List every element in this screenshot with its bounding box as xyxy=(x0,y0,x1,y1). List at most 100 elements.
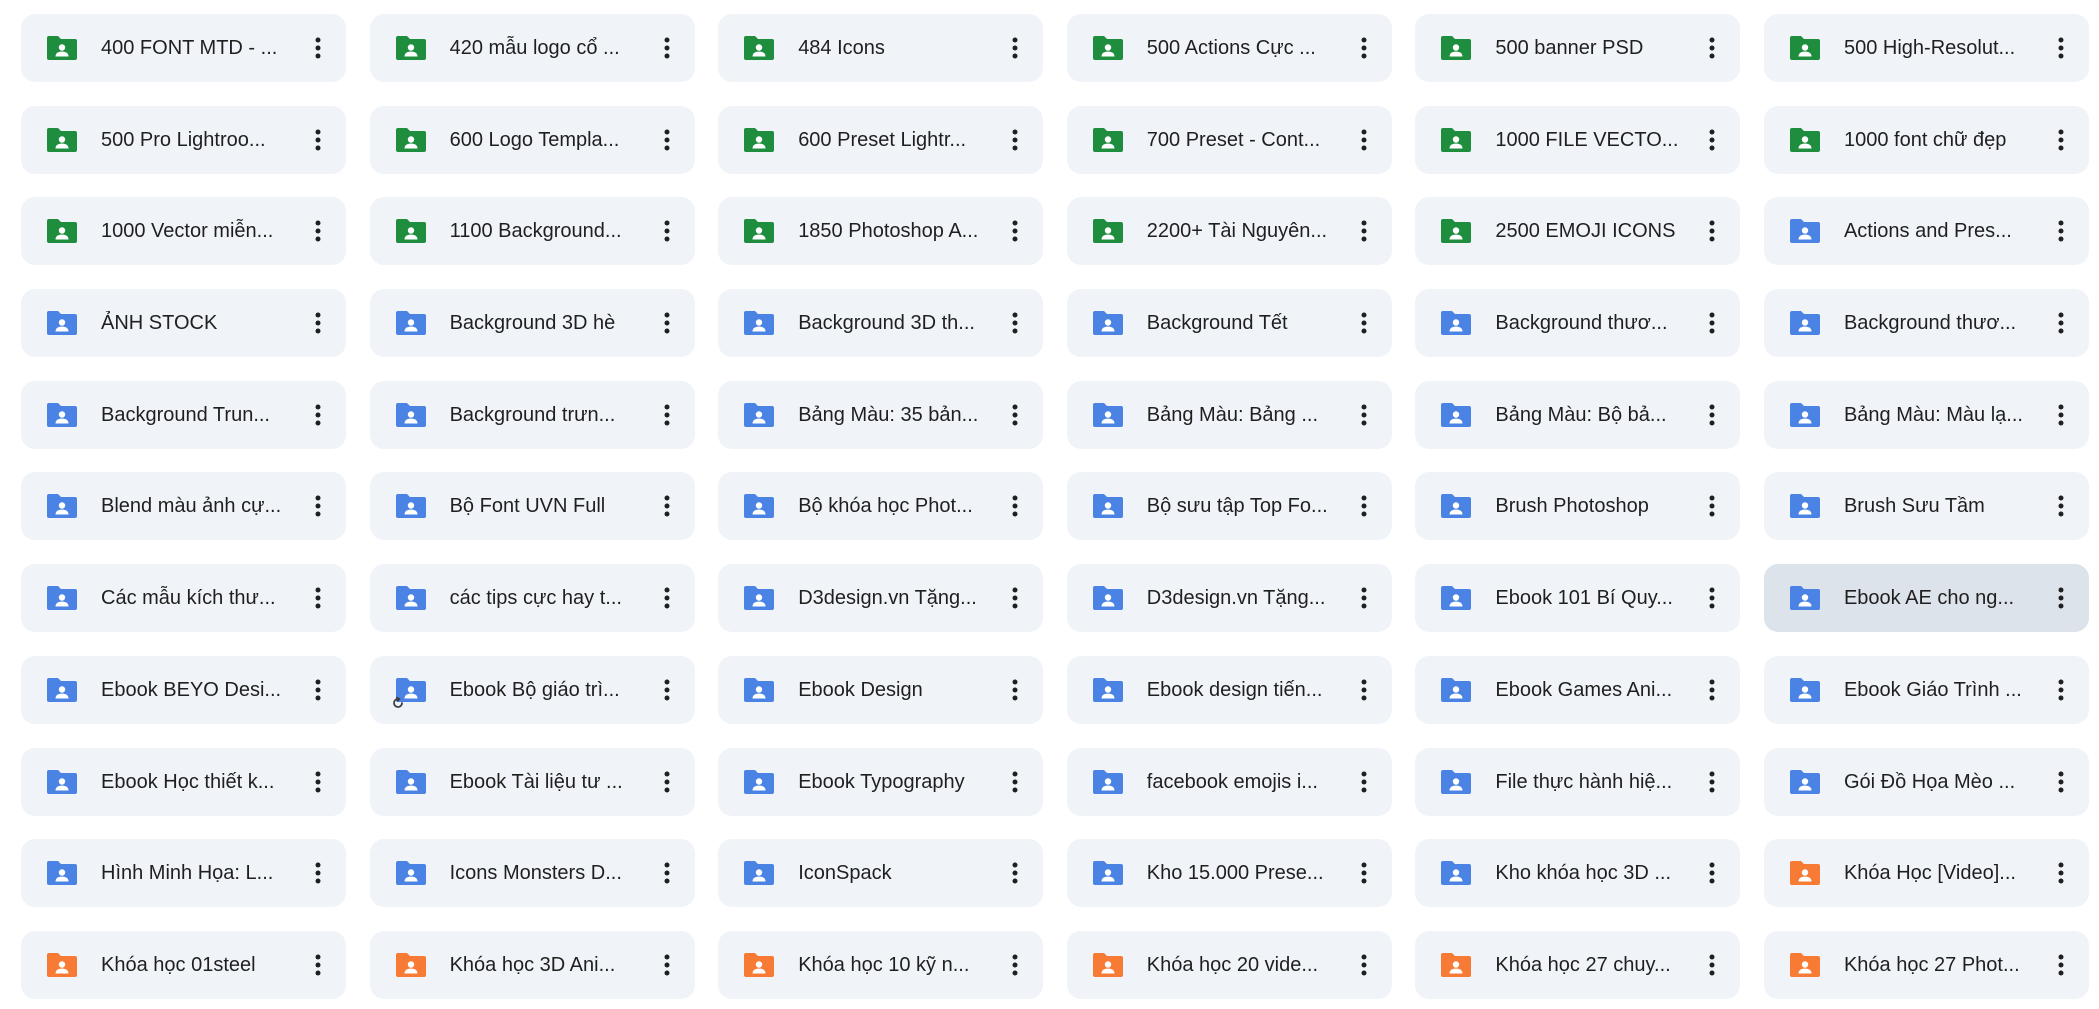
more-actions-button[interactable] xyxy=(1694,855,1730,891)
more-actions-button[interactable] xyxy=(649,122,685,158)
more-actions-button[interactable] xyxy=(1346,672,1382,708)
more-actions-button[interactable] xyxy=(1346,213,1382,249)
more-actions-button[interactable] xyxy=(649,488,685,524)
more-actions-button[interactable] xyxy=(2043,305,2079,341)
more-actions-button[interactable] xyxy=(997,488,1033,524)
folder-tile[interactable]: Khóa học 10 kỹ n... xyxy=(718,930,1044,999)
folder-tile[interactable]: IconSpack xyxy=(718,839,1044,908)
more-actions-button[interactable] xyxy=(300,397,336,433)
more-actions-button[interactable] xyxy=(997,855,1033,891)
more-actions-button[interactable] xyxy=(1694,30,1730,66)
more-actions-button[interactable] xyxy=(997,580,1033,616)
more-actions-button[interactable] xyxy=(1346,947,1382,983)
more-actions-button[interactable] xyxy=(300,855,336,891)
folder-tile[interactable]: Khóa học 20 vide... xyxy=(1066,930,1392,999)
more-actions-button[interactable] xyxy=(2043,672,2079,708)
folder-tile[interactable]: 1000 Vector miễn... xyxy=(21,197,346,266)
folder-tile[interactable]: File thực hành hiệ... xyxy=(1415,747,1741,816)
folder-tile[interactable]: Hình Minh Họa: L... xyxy=(21,839,346,908)
more-actions-button[interactable] xyxy=(997,213,1033,249)
folder-tile[interactable]: Khóa học 3D Ani... xyxy=(369,930,695,999)
more-actions-button[interactable] xyxy=(997,947,1033,983)
more-actions-button[interactable] xyxy=(1694,305,1730,341)
folder-tile[interactable]: facebook emojis i... xyxy=(1066,747,1392,816)
more-actions-button[interactable] xyxy=(300,305,336,341)
more-actions-button[interactable] xyxy=(649,672,685,708)
folder-tile[interactable]: Ebook Design xyxy=(718,655,1044,724)
more-actions-button[interactable] xyxy=(2043,580,2079,616)
more-actions-button[interactable] xyxy=(300,213,336,249)
folder-tile[interactable]: Background 3D hè xyxy=(369,289,695,358)
more-actions-button[interactable] xyxy=(649,855,685,891)
folder-tile[interactable]: các tips cực hay t... xyxy=(369,564,695,633)
more-actions-button[interactable] xyxy=(1346,122,1382,158)
folder-tile[interactable]: Ebook Tài liệu tư ... xyxy=(369,747,695,816)
more-actions-button[interactable] xyxy=(300,488,336,524)
folder-tile[interactable]: Các mẫu kích thư... xyxy=(21,564,346,633)
more-actions-button[interactable] xyxy=(649,397,685,433)
more-actions-button[interactable] xyxy=(2043,122,2079,158)
folder-tile[interactable]: Bộ sưu tập Top Fo... xyxy=(1066,472,1392,541)
more-actions-button[interactable] xyxy=(649,30,685,66)
folder-tile[interactable]: Actions and Pres... xyxy=(1763,197,2089,266)
folder-tile[interactable]: Brush Sưu Tầm xyxy=(1763,472,2089,541)
more-actions-button[interactable] xyxy=(1694,213,1730,249)
more-actions-button[interactable] xyxy=(1346,305,1382,341)
more-actions-button[interactable] xyxy=(649,305,685,341)
folder-tile[interactable]: Bộ khóa học Phot... xyxy=(718,472,1044,541)
folder-tile[interactable]: Khóa học 27 Phot... xyxy=(1763,930,2089,999)
more-actions-button[interactable] xyxy=(1694,947,1730,983)
folder-tile[interactable]: Bảng Màu: Màu lạ... xyxy=(1763,380,2089,449)
folder-tile[interactable]: 500 Actions Cực ... xyxy=(1066,14,1392,82)
folder-tile[interactable]: 484 Icons xyxy=(718,14,1044,82)
folder-tile[interactable]: Ebook AE cho ng... xyxy=(1763,564,2089,633)
more-actions-button[interactable] xyxy=(997,30,1033,66)
folder-tile[interactable]: 420 mẫu logo cổ ... xyxy=(369,14,695,82)
folder-tile[interactable]: Background Trun... xyxy=(21,380,346,449)
folder-tile[interactable]: 1850 Photoshop A... xyxy=(718,197,1044,266)
folder-tile[interactable]: Ebook design tiến... xyxy=(1066,655,1392,724)
more-actions-button[interactable] xyxy=(300,947,336,983)
more-actions-button[interactable] xyxy=(1346,488,1382,524)
folder-tile[interactable]: 1100 Background... xyxy=(369,197,695,266)
folder-tile[interactable]: Brush Photoshop xyxy=(1415,472,1741,541)
folder-tile[interactable]: Ebook Typography xyxy=(718,747,1044,816)
more-actions-button[interactable] xyxy=(649,764,685,800)
folder-tile[interactable]: 1000 font chữ đẹp xyxy=(1763,105,2089,174)
more-actions-button[interactable] xyxy=(1346,764,1382,800)
more-actions-button[interactable] xyxy=(1694,764,1730,800)
folder-tile[interactable]: D3design.vn Tặng... xyxy=(718,564,1044,633)
folder-tile[interactable]: 500 Pro Lightroo... xyxy=(21,105,346,174)
more-actions-button[interactable] xyxy=(2043,213,2079,249)
more-actions-button[interactable] xyxy=(1346,855,1382,891)
more-actions-button[interactable] xyxy=(2043,488,2079,524)
more-actions-button[interactable] xyxy=(2043,764,2079,800)
folder-tile[interactable]: 400 FONT MTD - ... xyxy=(21,14,346,82)
more-actions-button[interactable] xyxy=(1694,672,1730,708)
folder-tile[interactable]: Background thươ... xyxy=(1763,289,2089,358)
folder-tile[interactable]: Kho 15.000 Prese... xyxy=(1066,839,1392,908)
more-actions-button[interactable] xyxy=(649,947,685,983)
folder-tile[interactable]: Bảng Màu: 35 bản... xyxy=(718,380,1044,449)
folder-tile[interactable]: Ebook Giáo Trình ... xyxy=(1763,655,2089,724)
folder-tile[interactable]: 2500 EMOJI ICONS xyxy=(1415,197,1741,266)
more-actions-button[interactable] xyxy=(997,397,1033,433)
more-actions-button[interactable] xyxy=(649,580,685,616)
folder-tile[interactable]: Ebook 101 Bí Quy... xyxy=(1415,564,1741,633)
more-actions-button[interactable] xyxy=(997,672,1033,708)
folder-tile[interactable]: 600 Preset Lightr... xyxy=(718,105,1044,174)
folder-tile[interactable]: Khóa học 27 chuy... xyxy=(1415,930,1741,999)
folder-tile[interactable]: 500 High-Resolut... xyxy=(1763,14,2089,82)
folder-tile[interactable]: 1000 FILE VECTO... xyxy=(1415,105,1741,174)
more-actions-button[interactable] xyxy=(300,30,336,66)
more-actions-button[interactable] xyxy=(1694,397,1730,433)
more-actions-button[interactable] xyxy=(997,122,1033,158)
folder-tile[interactable]: Blend màu ảnh cự... xyxy=(21,472,346,541)
more-actions-button[interactable] xyxy=(300,672,336,708)
folder-tile[interactable]: Background thươ... xyxy=(1415,289,1741,358)
folder-tile[interactable]: 700 Preset - Cont... xyxy=(1066,105,1392,174)
folder-tile[interactable]: Khóa học 01steel xyxy=(21,930,346,999)
more-actions-button[interactable] xyxy=(997,764,1033,800)
folder-tile[interactable]: Ebook Bộ giáo trì... xyxy=(369,655,695,724)
more-actions-button[interactable] xyxy=(2043,855,2079,891)
